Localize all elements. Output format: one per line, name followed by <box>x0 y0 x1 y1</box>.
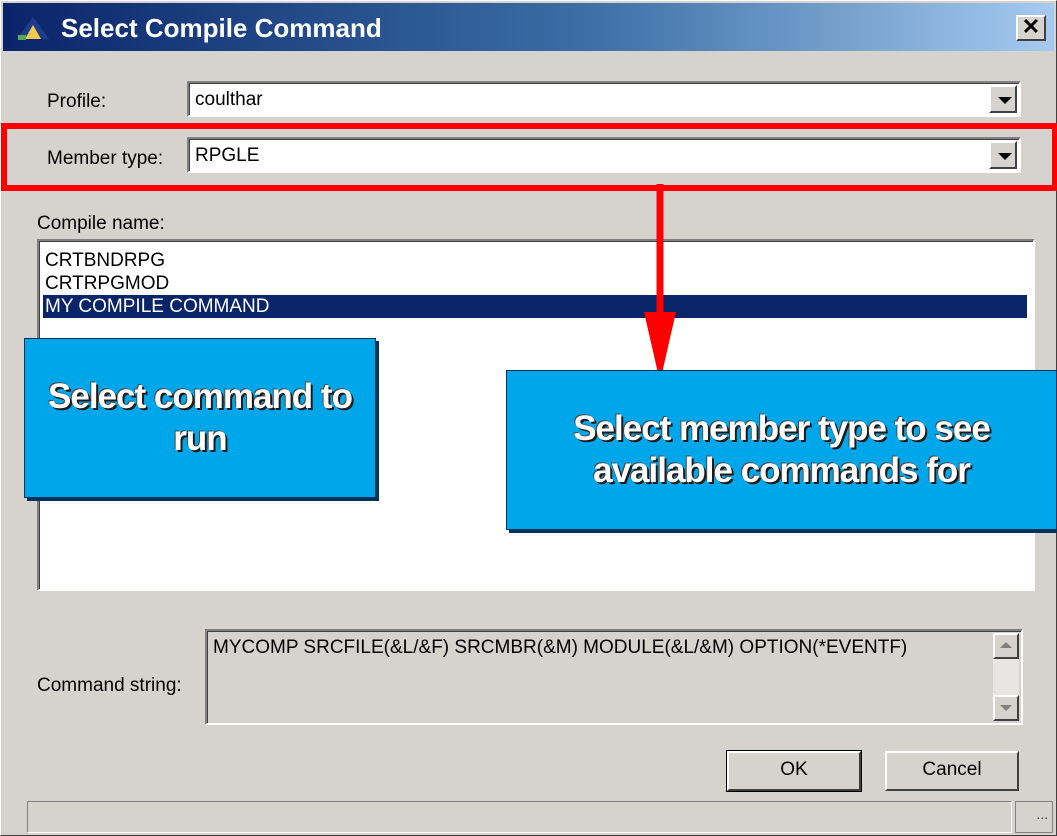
cancel-button[interactable]: Cancel <box>885 751 1019 791</box>
left-callout: Select command to run <box>24 338 376 498</box>
member-type-value: RPGLE <box>195 145 260 166</box>
app-icon <box>17 17 49 40</box>
right-callout: Select member type to see available comm… <box>506 370 1057 530</box>
list-item-selected[interactable]: MY COMPILE COMMAND <box>43 295 1027 318</box>
member-type-label: Member type: <box>47 148 164 169</box>
status-bar <box>27 801 1012 833</box>
ok-button[interactable]: OK <box>726 750 862 792</box>
close-icon: ✕ <box>1021 14 1041 39</box>
command-string-value: MYCOMP SRCFILE(&L/&F) SRCMBR(&M) MODULE(… <box>213 637 908 658</box>
chevron-down-icon[interactable] <box>989 141 1017 169</box>
list-item[interactable]: CRTRPGMOD <box>43 272 169 295</box>
title-bar[interactable]: Select Compile Command ✕ <box>3 3 1054 51</box>
profile-value: coulthar <box>195 89 263 110</box>
command-string-label: Command string: <box>37 675 182 696</box>
list-item[interactable]: CRTBNDRPG <box>43 249 165 272</box>
member-type-combo[interactable]: RPGLE <box>187 137 1021 173</box>
right-callout-text: Select member type to see available comm… <box>573 409 991 490</box>
chevron-down-icon[interactable] <box>989 85 1017 113</box>
command-string-field[interactable]: MYCOMP SRCFILE(&L/&F) SRCMBR(&M) MODULE(… <box>205 629 1023 725</box>
scroll-up-icon[interactable] <box>993 633 1019 659</box>
left-callout-text: Select command to run <box>48 377 353 458</box>
profile-combo[interactable]: coulthar <box>187 81 1021 117</box>
resize-grip[interactable]: ... <box>1015 801 1053 833</box>
profile-label: Profile: <box>47 91 107 112</box>
compile-name-label: Compile name: <box>37 213 165 234</box>
window-title: Select Compile Command <box>61 13 382 43</box>
scrollbar[interactable] <box>993 633 1019 721</box>
close-button[interactable]: ✕ <box>1016 15 1046 41</box>
scroll-down-icon[interactable] <box>993 695 1019 721</box>
